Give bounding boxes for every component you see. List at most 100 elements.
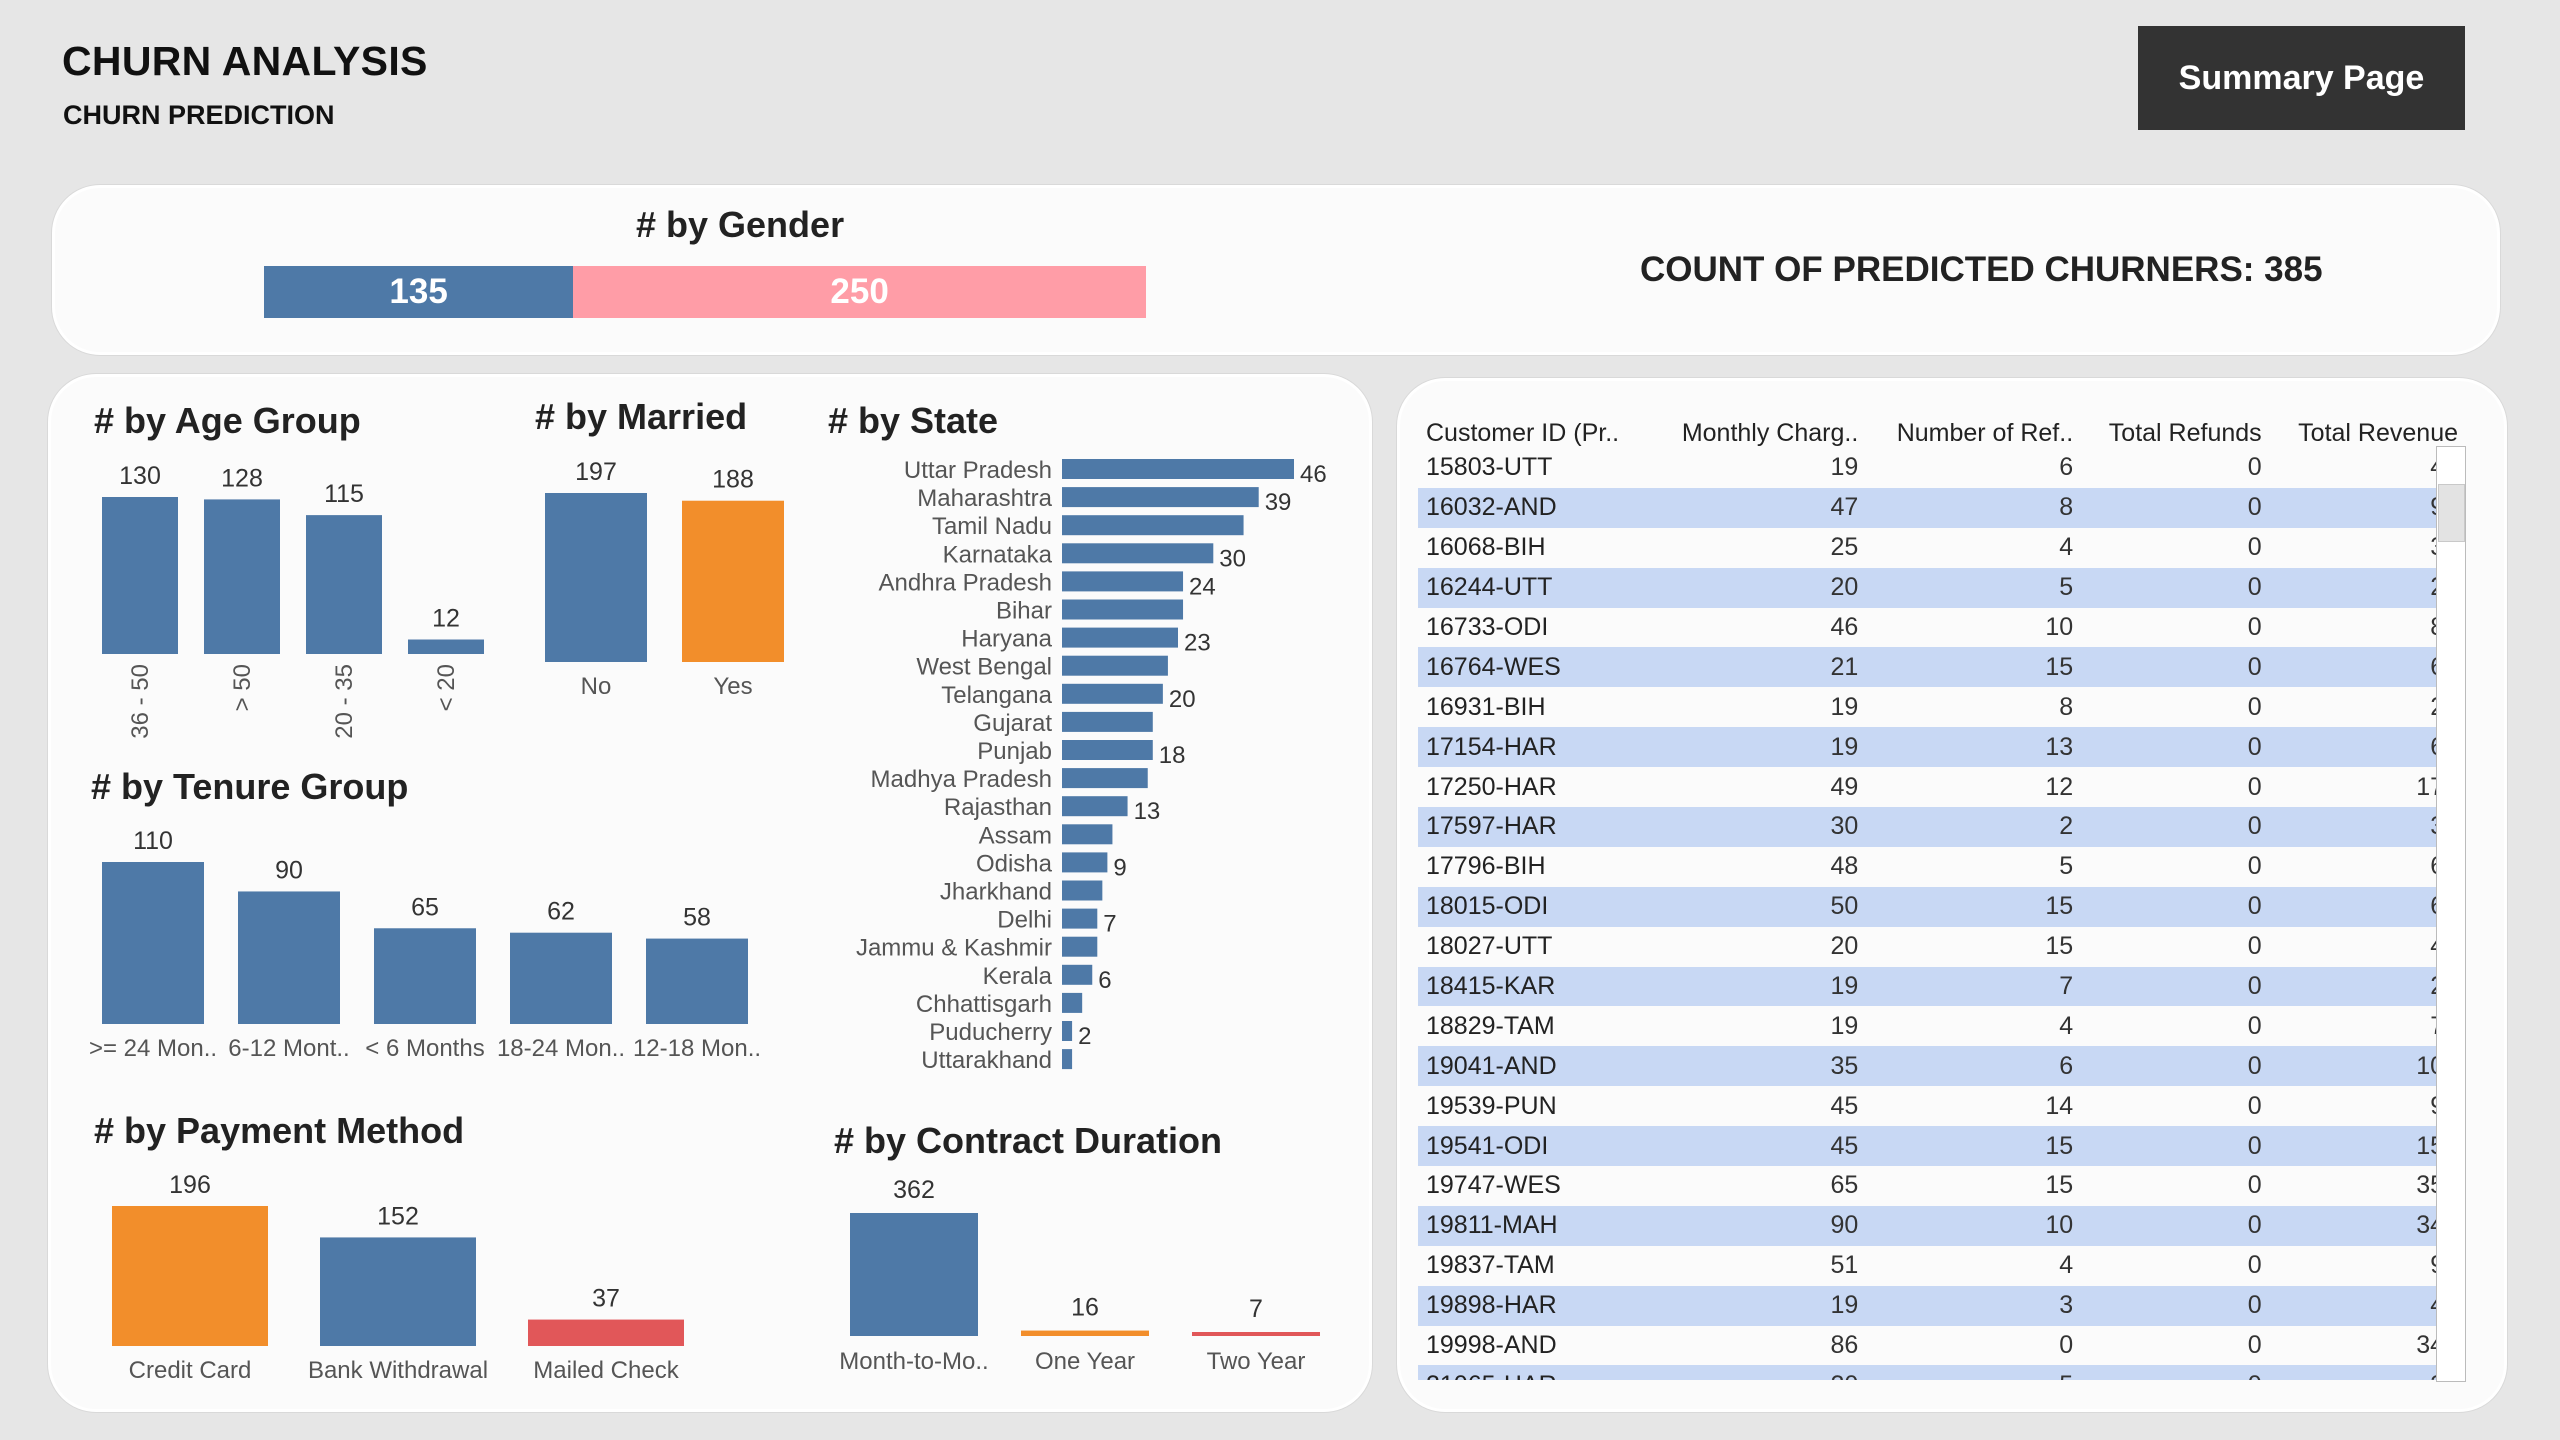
table-row[interactable]: 19898-HAR193049 [1418,1285,2466,1326]
table-cell: 0 [2247,1091,2262,1120]
married-category-label: Yes [713,673,752,700]
married-bar[interactable] [682,500,784,662]
state-data-label: 46 [1300,461,1327,488]
state-bar[interactable] [1062,655,1168,676]
table-row[interactable]: 16244-UTT205025 [1418,567,2466,608]
tenure-data-label: 65 [411,893,439,921]
state-bar[interactable] [1062,459,1294,479]
table-row[interactable]: 19539-PUN4514095 [1418,1086,2466,1126]
table-row[interactable]: 18415-KAR197024 [1418,966,2466,1007]
state-category-label: Andhra Pradesh [879,569,1052,596]
state-bar[interactable] [1062,964,1093,985]
state-bar[interactable] [1062,683,1163,704]
table-column-header[interactable]: Total Revenue [2270,404,2466,448]
state-data-label: 24 [1189,573,1216,600]
state-bar[interactable] [1062,852,1108,873]
table-row[interactable]: 17250-HAR49120179 [1418,767,2466,807]
tenure-bar[interactable] [102,862,204,1024]
table-cell: 12 [2045,772,2074,801]
table-row[interactable]: 16764-WES2115069 [1418,647,2466,688]
age-bar[interactable] [408,639,484,654]
table-row[interactable]: 17154-HAR1913062 [1418,727,2466,768]
state-bar[interactable] [1062,824,1113,845]
state-bar[interactable] [1062,571,1184,592]
table-row[interactable]: 19747-WES65150356 [1418,1166,2466,1206]
table-cell: 10 [1866,1205,2082,1246]
table-row[interactable]: 19998-AND8600346 [1418,1326,2466,1366]
table-row[interactable]: 18027-UTT2015041 [1418,927,2466,967]
tenure-bar[interactable] [646,938,748,1024]
table-row[interactable]: 19041-AND3560101 [1418,1046,2466,1087]
table-cell: 16764-WES [1418,647,1652,688]
table-cell: 51 [1830,1251,1859,1280]
table-cell: 20 [1651,1365,1867,1380]
table-cell: 5 [1866,567,2082,608]
contract-bar[interactable] [1021,1330,1149,1336]
age-bar[interactable] [306,515,382,654]
table-cell: 19 [1651,1285,1867,1326]
table-scrollbar-thumb[interactable] [2438,484,2465,542]
table-scrollbar[interactable] [2436,446,2466,1382]
table-row[interactable]: 16931-BIH198028 [1418,687,2466,727]
payment-bar[interactable] [528,1319,684,1346]
state-bar[interactable] [1062,740,1153,760]
state-bar[interactable] [1062,1021,1073,1041]
table-row[interactable]: 18829-TAM194076 [1418,1006,2466,1046]
state-category-label: Odisha [976,850,1053,877]
age-bar[interactable] [204,499,280,654]
state-bar[interactable] [1062,796,1128,817]
table-cell: 0 [2247,772,2262,801]
table-row[interactable]: 18015-ODI5015065 [1418,886,2466,927]
table-header-row: Customer ID (Pr.. Monthly Charg.. Number o… [1418,404,2466,448]
table-row[interactable]: 17796-BIH485065 [1418,847,2466,887]
state-bar[interactable] [1062,599,1184,620]
state-bar[interactable] [1062,880,1103,901]
table-row[interactable]: 17597-HAR302030 [1418,807,2466,847]
churners-table[interactable]: Customer ID (Pr.. Monthly Charg.. Number o… [1418,404,2466,1380]
state-bar[interactable] [1062,936,1098,957]
state-bar[interactable] [1062,1049,1073,1070]
payment-bar[interactable] [320,1237,476,1346]
table-row[interactable]: 16733-ODI4610086 [1418,608,2466,648]
state-category-label: West Bengal [916,654,1052,681]
state-bar[interactable] [1062,768,1148,789]
tenure-bar[interactable] [238,891,340,1024]
table-row[interactable]: 21065-HAR205031 [1418,1365,2466,1380]
table-cell: 0 [2247,1331,2262,1360]
married-bar[interactable] [545,493,647,662]
contract-bar[interactable] [1192,1332,1320,1336]
payment-bar[interactable] [112,1206,268,1346]
state-bar[interactable] [1062,627,1178,648]
table-cell: 0 [2247,932,2262,961]
state-bar[interactable] [1062,543,1214,564]
table-row[interactable]: 19811-MAH90100348 [1418,1205,2466,1246]
state-bar[interactable] [1062,487,1259,508]
table-column-header[interactable]: Number of Ref.. [1866,404,2081,448]
table-row[interactable]: 19541-ODI45150153 [1418,1126,2466,1167]
table-cell: 90 [1651,1205,1867,1246]
tenure-bar[interactable] [374,928,476,1024]
state-category-label: Rajasthan [944,794,1052,821]
state-bar[interactable] [1062,711,1153,732]
table-cell: 46 [1830,613,1859,641]
tenure-bar[interactable] [510,932,612,1024]
age-bar[interactable] [102,497,178,654]
table-cell: 0 [2247,852,2262,881]
table-row[interactable]: 15803-UTT196042 [1418,448,2466,488]
table-column-header[interactable]: Customer ID (Pr.. [1418,404,1651,448]
table-cell: 0 [2081,647,2270,688]
table-cell: 50 [1651,886,1867,927]
table-column-header[interactable]: Total Refunds [2081,404,2270,448]
table-row[interactable]: 16032-AND478092 [1418,487,2466,528]
table-column-header[interactable]: Monthly Charg.. [1651,404,1866,448]
table-cell: 15 [2045,1171,2074,1200]
table-row[interactable]: 16068-BIH254035 [1418,528,2466,568]
state-bar[interactable] [1062,908,1098,929]
state-category-label: Haryana [961,626,1052,653]
table-row[interactable]: 19837-TAM514097 [1418,1246,2466,1286]
state-bar[interactable] [1062,515,1244,536]
state-category-label: Uttar Pradesh [904,457,1052,484]
state-bar[interactable] [1062,992,1083,1013]
contract-bar[interactable] [850,1213,978,1336]
table-cell: 0 [2081,727,2270,768]
